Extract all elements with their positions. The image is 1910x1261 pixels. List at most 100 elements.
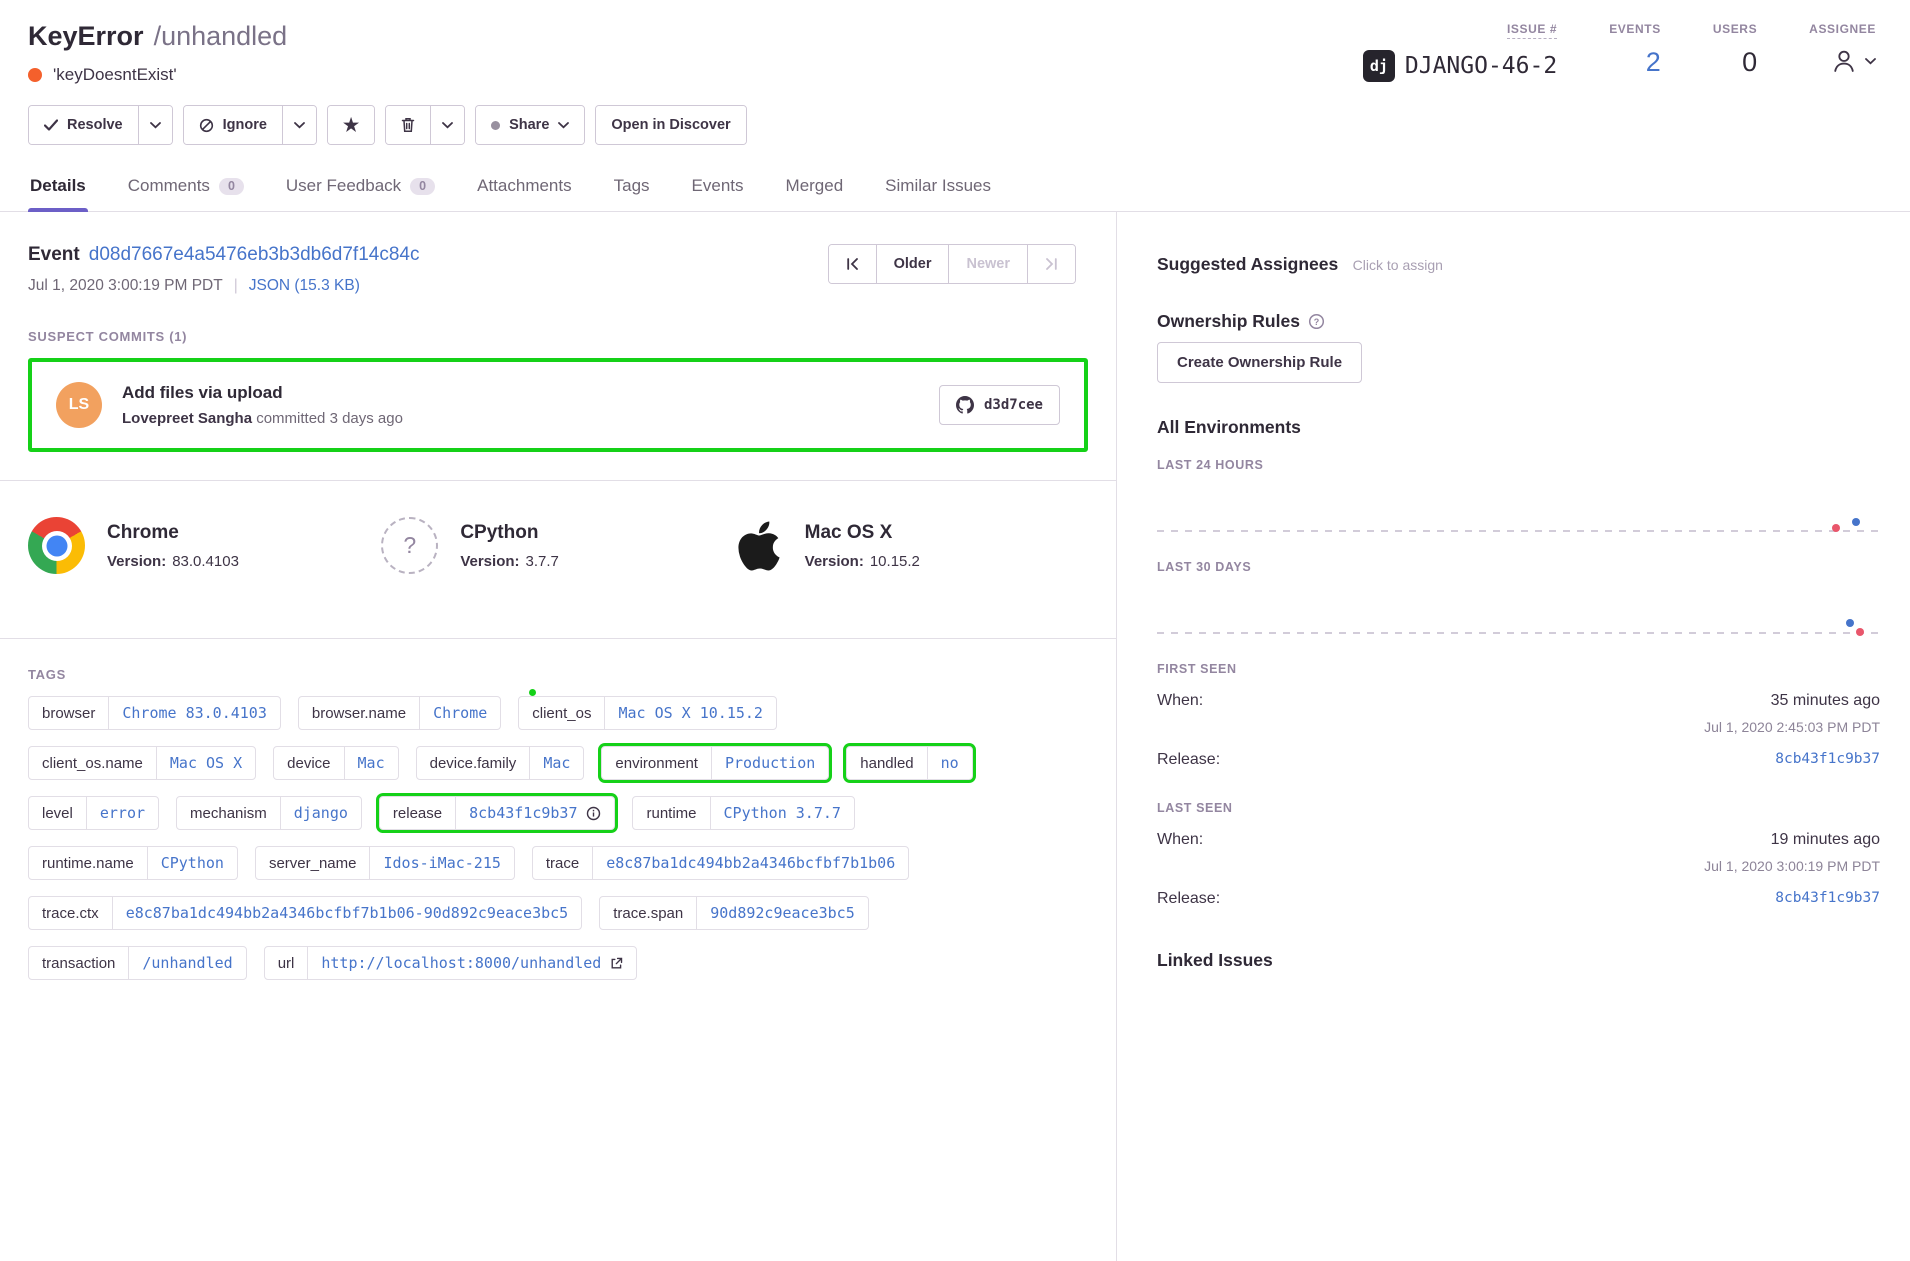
error-message: 'keyDoesntExist' bbox=[53, 65, 177, 85]
suspect-commits-heading: SUSPECT COMMITS (1) bbox=[28, 329, 1088, 344]
annotation-box-suspect-commit: LS Add files via upload Lovepreet Sangha… bbox=[28, 358, 1088, 452]
tag-trace-ctx[interactable]: trace.ctxe8c87ba1dc494bb2a4346bcfbf7b1b0… bbox=[28, 896, 582, 930]
tag-transaction[interactable]: transaction/unhandled bbox=[28, 946, 247, 980]
last-seen-date: Jul 1, 2020 3:00:19 PM PDT bbox=[1157, 858, 1880, 874]
tag-client-os-name[interactable]: client_os.nameMac OS X bbox=[28, 746, 256, 780]
tag-server-name[interactable]: server_nameIdos-iMac-215 bbox=[255, 846, 515, 880]
issue-title-block: KeyError/unhandled 'keyDoesntExist' bbox=[28, 20, 287, 85]
resolve-dropdown-button[interactable] bbox=[138, 106, 172, 144]
share-label: Share bbox=[509, 117, 549, 133]
tab-merged[interactable]: Merged bbox=[784, 163, 846, 211]
context-name: CPython bbox=[460, 522, 559, 544]
events-count[interactable]: 2 bbox=[1646, 47, 1661, 77]
resolve-button[interactable]: Resolve bbox=[29, 106, 138, 144]
events-label: EVENTS bbox=[1609, 22, 1661, 36]
commit-author-name: Lovepreet Sangha bbox=[122, 410, 252, 427]
tag-trace-span[interactable]: trace.span90d892c9eace3bc5 bbox=[599, 896, 869, 930]
ignore-dropdown-button[interactable] bbox=[282, 106, 316, 144]
skip-to-last-icon bbox=[1045, 258, 1058, 270]
context-version: 3.7.7 bbox=[526, 553, 559, 570]
users-count[interactable]: 0 bbox=[1742, 47, 1757, 77]
star-icon: ★ bbox=[343, 116, 359, 134]
delete-button[interactable] bbox=[386, 106, 430, 144]
all-environments-heading: All Environments bbox=[1157, 417, 1301, 437]
tag-url[interactable]: url http://localhost:8000/unhandled bbox=[264, 946, 638, 980]
tag-browser[interactable]: browserChrome 83.0.4103 bbox=[28, 696, 281, 730]
share-button[interactable]: Share bbox=[476, 106, 584, 144]
delete-dropdown-button[interactable] bbox=[430, 106, 464, 144]
tag-browser-name[interactable]: browser.nameChrome bbox=[298, 696, 501, 730]
page-subtitle: /unhandled bbox=[154, 21, 288, 51]
chart-baseline bbox=[1157, 632, 1880, 634]
latest-event-button[interactable] bbox=[1027, 245, 1075, 283]
event-details-panel: Eventd08d7667e4a5476eb3b3db6d7f14c84c Ju… bbox=[0, 212, 1117, 1261]
tab-similar-issues[interactable]: Similar Issues bbox=[883, 163, 993, 211]
newer-event-button[interactable]: Newer bbox=[948, 245, 1027, 283]
last-seen-release-link[interactable]: 8cb43f1c9b37 bbox=[1775, 890, 1880, 908]
context-version: 83.0.4103 bbox=[172, 553, 239, 570]
share-button-group: Share bbox=[475, 105, 585, 145]
tag-runtime[interactable]: runtimeCPython 3.7.7 bbox=[632, 796, 854, 830]
tag-mechanism[interactable]: mechanismdjango bbox=[176, 796, 362, 830]
commit-sha-button[interactable]: d3d7cee bbox=[939, 385, 1060, 425]
last-seen-section: LAST SEEN When: 19 minutes ago Jul 1, 20… bbox=[1157, 801, 1880, 908]
tab-comments[interactable]: Comments0 bbox=[126, 163, 246, 211]
older-event-button[interactable]: Older bbox=[876, 245, 949, 283]
tab-details[interactable]: Details bbox=[28, 163, 88, 211]
tag-device-family[interactable]: device.familyMac bbox=[416, 746, 585, 780]
help-icon[interactable]: ? bbox=[1308, 313, 1325, 330]
click-to-assign-hint: Click to assign bbox=[1353, 257, 1443, 273]
feedback-count-badge: 0 bbox=[410, 178, 435, 195]
tab-tags[interactable]: Tags bbox=[612, 163, 652, 211]
json-download-link[interactable]: JSON (15.3 KB) bbox=[249, 277, 360, 295]
tag-client-os[interactable]: client_osMac OS X 10.15.2 bbox=[518, 696, 777, 730]
open-in-discover-button[interactable]: Open in Discover bbox=[596, 106, 745, 144]
context-browser: Chrome Version:83.0.4103 bbox=[28, 517, 381, 574]
tab-events[interactable]: Events bbox=[690, 163, 746, 211]
chart-baseline bbox=[1157, 530, 1880, 532]
issue-short-id-text: DJANGO-46-2 bbox=[1405, 53, 1557, 79]
event-id-link[interactable]: d08d7667e4a5476eb3b3db6d7f14c84c bbox=[89, 244, 420, 265]
chrome-icon bbox=[28, 517, 85, 574]
issue-stats: ISSUE # dj DJANGO-46-2 EVENTS 2 USERS 0 … bbox=[1363, 20, 1876, 82]
oldest-event-button[interactable] bbox=[829, 245, 876, 283]
ignore-button[interactable]: Ignore bbox=[184, 106, 282, 144]
resolve-label: Resolve bbox=[67, 117, 123, 133]
when-label: When: bbox=[1157, 692, 1203, 710]
last-seen-heading: LAST SEEN bbox=[1157, 801, 1880, 815]
tag-level[interactable]: levelerror bbox=[28, 796, 159, 830]
svg-text:?: ? bbox=[1314, 317, 1320, 327]
comments-count-badge: 0 bbox=[219, 178, 244, 195]
tag-device[interactable]: deviceMac bbox=[273, 746, 398, 780]
first-seen-release-link[interactable]: 8cb43f1c9b37 bbox=[1775, 751, 1880, 769]
unknown-runtime-icon: ? bbox=[381, 517, 438, 574]
tag-row: levelerror mechanismdjango release 8cb43… bbox=[28, 796, 1088, 830]
tag-handled[interactable]: handledno bbox=[846, 746, 972, 780]
assignee-selector[interactable] bbox=[1830, 47, 1876, 75]
release-label: Release: bbox=[1157, 890, 1220, 908]
commit-title: Add files via upload bbox=[122, 383, 919, 403]
tag-environment[interactable]: environmentProduction bbox=[601, 746, 829, 780]
person-icon bbox=[1830, 47, 1858, 75]
tag-runtime-name[interactable]: runtime.nameCPython bbox=[28, 846, 238, 880]
event-contexts: Chrome Version:83.0.4103 ? CPython Versi… bbox=[0, 481, 1116, 610]
tag-trace[interactable]: tracee8c87ba1dc494bb2a4346bcfbf7b1b06 bbox=[532, 846, 909, 880]
first-seen-section: FIRST SEEN When: 35 minutes ago Jul 1, 2… bbox=[1157, 662, 1880, 769]
bookmark-button-group: ★ bbox=[327, 105, 375, 145]
bookmark-button[interactable]: ★ bbox=[328, 106, 374, 144]
tag-release[interactable]: release 8cb43f1c9b37 bbox=[379, 796, 616, 830]
event-pagination: Older Newer bbox=[828, 244, 1076, 284]
chart-marker-red bbox=[1856, 628, 1864, 636]
info-icon[interactable] bbox=[586, 806, 601, 821]
tag-row: runtime.nameCPython server_nameIdos-iMac… bbox=[28, 846, 1088, 880]
skip-to-first-icon bbox=[846, 258, 859, 270]
linked-issues-section: Linked Issues bbox=[1157, 950, 1880, 971]
external-link-icon[interactable] bbox=[610, 957, 623, 970]
create-ownership-rule-button[interactable]: Create Ownership Rule bbox=[1157, 342, 1362, 383]
issue-short-id: dj DJANGO-46-2 bbox=[1363, 50, 1557, 82]
tab-user-feedback[interactable]: User Feedback0 bbox=[284, 163, 437, 211]
issue-tabs: Details Comments0 User Feedback0 Attachm… bbox=[0, 163, 1910, 212]
first-seen-relative: 35 minutes ago bbox=[1771, 692, 1880, 710]
tab-attachments[interactable]: Attachments bbox=[475, 163, 574, 211]
django-project-icon: dj bbox=[1363, 50, 1395, 82]
